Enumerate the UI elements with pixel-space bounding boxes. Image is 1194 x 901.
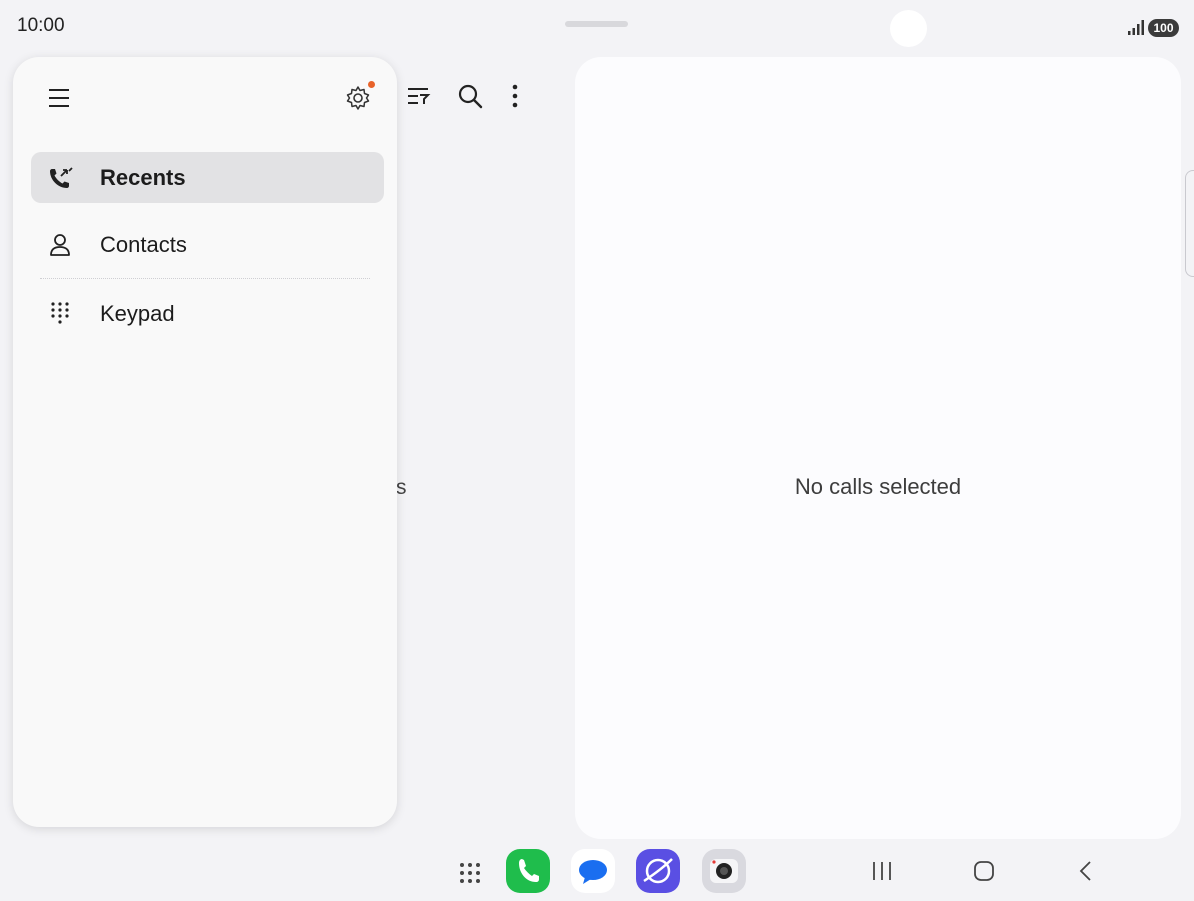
drawer-item-keypad[interactable]: Keypad — [31, 288, 384, 339]
drawer-item-label: Keypad — [100, 301, 175, 326]
window-drag-handle[interactable] — [565, 21, 628, 27]
navigation-drawer: Recents Contacts Keypad — [13, 57, 397, 827]
empty-state-message: No calls selected — [794, 474, 962, 499]
hamburger-menu-icon[interactable] — [47, 86, 71, 110]
internet-app-icon[interactable] — [636, 849, 680, 893]
messages-app-icon[interactable] — [571, 849, 615, 893]
drawer-item-label: Recents — [100, 165, 186, 190]
drawer-item-label: Contacts — [100, 232, 187, 257]
gear-icon[interactable] — [344, 84, 372, 112]
filter-sort-icon[interactable] — [404, 82, 432, 110]
signal-bars-icon — [1128, 20, 1144, 35]
recents-nav-icon[interactable] — [869, 858, 895, 884]
background-list-text: s — [396, 476, 407, 499]
call-detail-pane: No calls selected — [575, 57, 1181, 839]
taskbar — [0, 842, 1194, 901]
settings-notification-badge — [368, 81, 375, 88]
camera-cutout — [890, 10, 927, 47]
chat-bubble-icon — [579, 860, 607, 884]
phone-handset-icon — [519, 859, 539, 882]
drawer-divider — [40, 278, 370, 279]
drawer-item-contacts[interactable]: Contacts — [31, 219, 384, 270]
planet-icon — [643, 858, 673, 884]
phone-app-icon[interactable] — [506, 849, 550, 893]
edge-panel-handle[interactable] — [1185, 170, 1194, 277]
search-icon[interactable] — [456, 82, 484, 110]
status-time: 10:00 — [17, 15, 65, 36]
status-bar: 10:00 100 — [0, 0, 1194, 52]
more-options-icon[interactable] — [501, 82, 529, 110]
person-icon — [50, 234, 70, 256]
back-nav-icon[interactable] — [1073, 858, 1099, 884]
battery-indicator: 100 — [1148, 19, 1179, 37]
dialpad-icon — [51, 302, 69, 324]
camera-lens-icon — [710, 859, 738, 883]
home-nav-icon[interactable] — [971, 858, 997, 884]
app-drawer-icon[interactable] — [458, 861, 482, 885]
camera-app-icon[interactable] — [702, 849, 746, 893]
drawer-item-recents[interactable]: Recents — [31, 152, 384, 203]
recent-calls-icon — [50, 167, 73, 188]
